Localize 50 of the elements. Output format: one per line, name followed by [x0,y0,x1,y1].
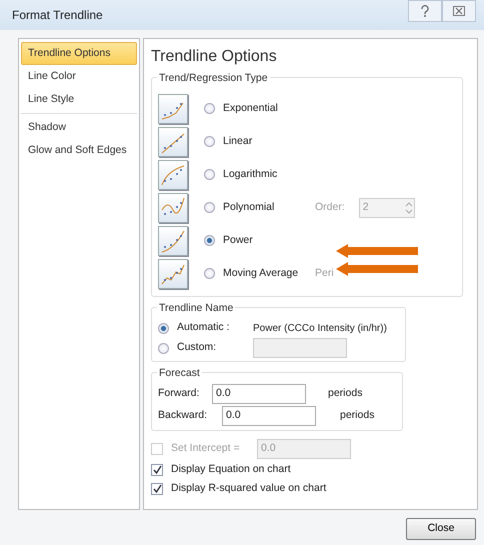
checkbox[interactable] [151,464,163,476]
sidebar-item[interactable]: Glow and Soft Edges [21,139,137,162]
sidebar-item[interactable]: Shadow [21,116,137,139]
forecast-field[interactable]: 0.0 [222,406,316,426]
radio-button[interactable] [204,136,215,147]
name-field[interactable] [253,338,347,358]
sidebar-item[interactable]: Trendline Options [21,42,137,65]
unit-label: periods [340,408,374,424]
field-label: Backward: [158,408,208,424]
close-icon[interactable] [442,0,476,22]
checkbox-label: Display Equation on chart [171,462,291,477]
field-label: Order: [315,200,345,215]
radio-button[interactable] [204,169,215,180]
unit-label: periods [328,386,362,402]
option-label: Power [223,232,254,248]
radio-button[interactable] [158,322,169,334]
trendline-name-text: Power (CCCo Intensity (in/hr)) [253,322,387,336]
option-label: Exponential [223,100,279,116]
spin-field: 2 [358,198,415,218]
option-label: Polynomial [223,200,276,215]
option-label: Automatic : [177,320,231,336]
option-label: Custom: [177,340,218,356]
field-label: Peri [315,266,334,281]
sidebar-item[interactable]: Line Color [21,65,137,88]
help-icon[interactable] [408,0,442,22]
trendline-type-icon[interactable] [158,258,188,288]
trendline-type-icon[interactable] [158,94,188,124]
forecast-field[interactable]: 0.0 [212,384,306,404]
sidebar-item[interactable]: Line Style [21,88,137,111]
spin-arrows-icon [404,200,414,216]
checkbox[interactable] [151,482,163,495]
radio-button[interactable] [204,103,215,114]
window-title: Format Trendline [12,7,103,24]
intercept-field: 0.0 [257,439,351,459]
checkbox-label: Display R-squared value on chart [171,480,326,496]
trendline-type-icon[interactable] [158,126,188,156]
radio-button[interactable] [204,268,215,279]
trendline-type-icon[interactable] [158,192,188,222]
trendline-type-icon[interactable] [158,226,188,256]
radio-button[interactable] [204,235,215,246]
field-label: Forward: [158,386,200,402]
close-button[interactable]: Close [406,518,476,540]
radio-button[interactable] [204,202,215,213]
checkbox-label: Set Intercept = [171,441,241,456]
trendline-type-icon[interactable] [158,160,188,190]
option-label: Moving Average [223,266,300,281]
option-label: Linear [223,134,254,149]
panel-title: Trendline Options [151,47,278,67]
option-label: Logarithmic [223,166,278,182]
radio-button[interactable] [158,342,169,354]
